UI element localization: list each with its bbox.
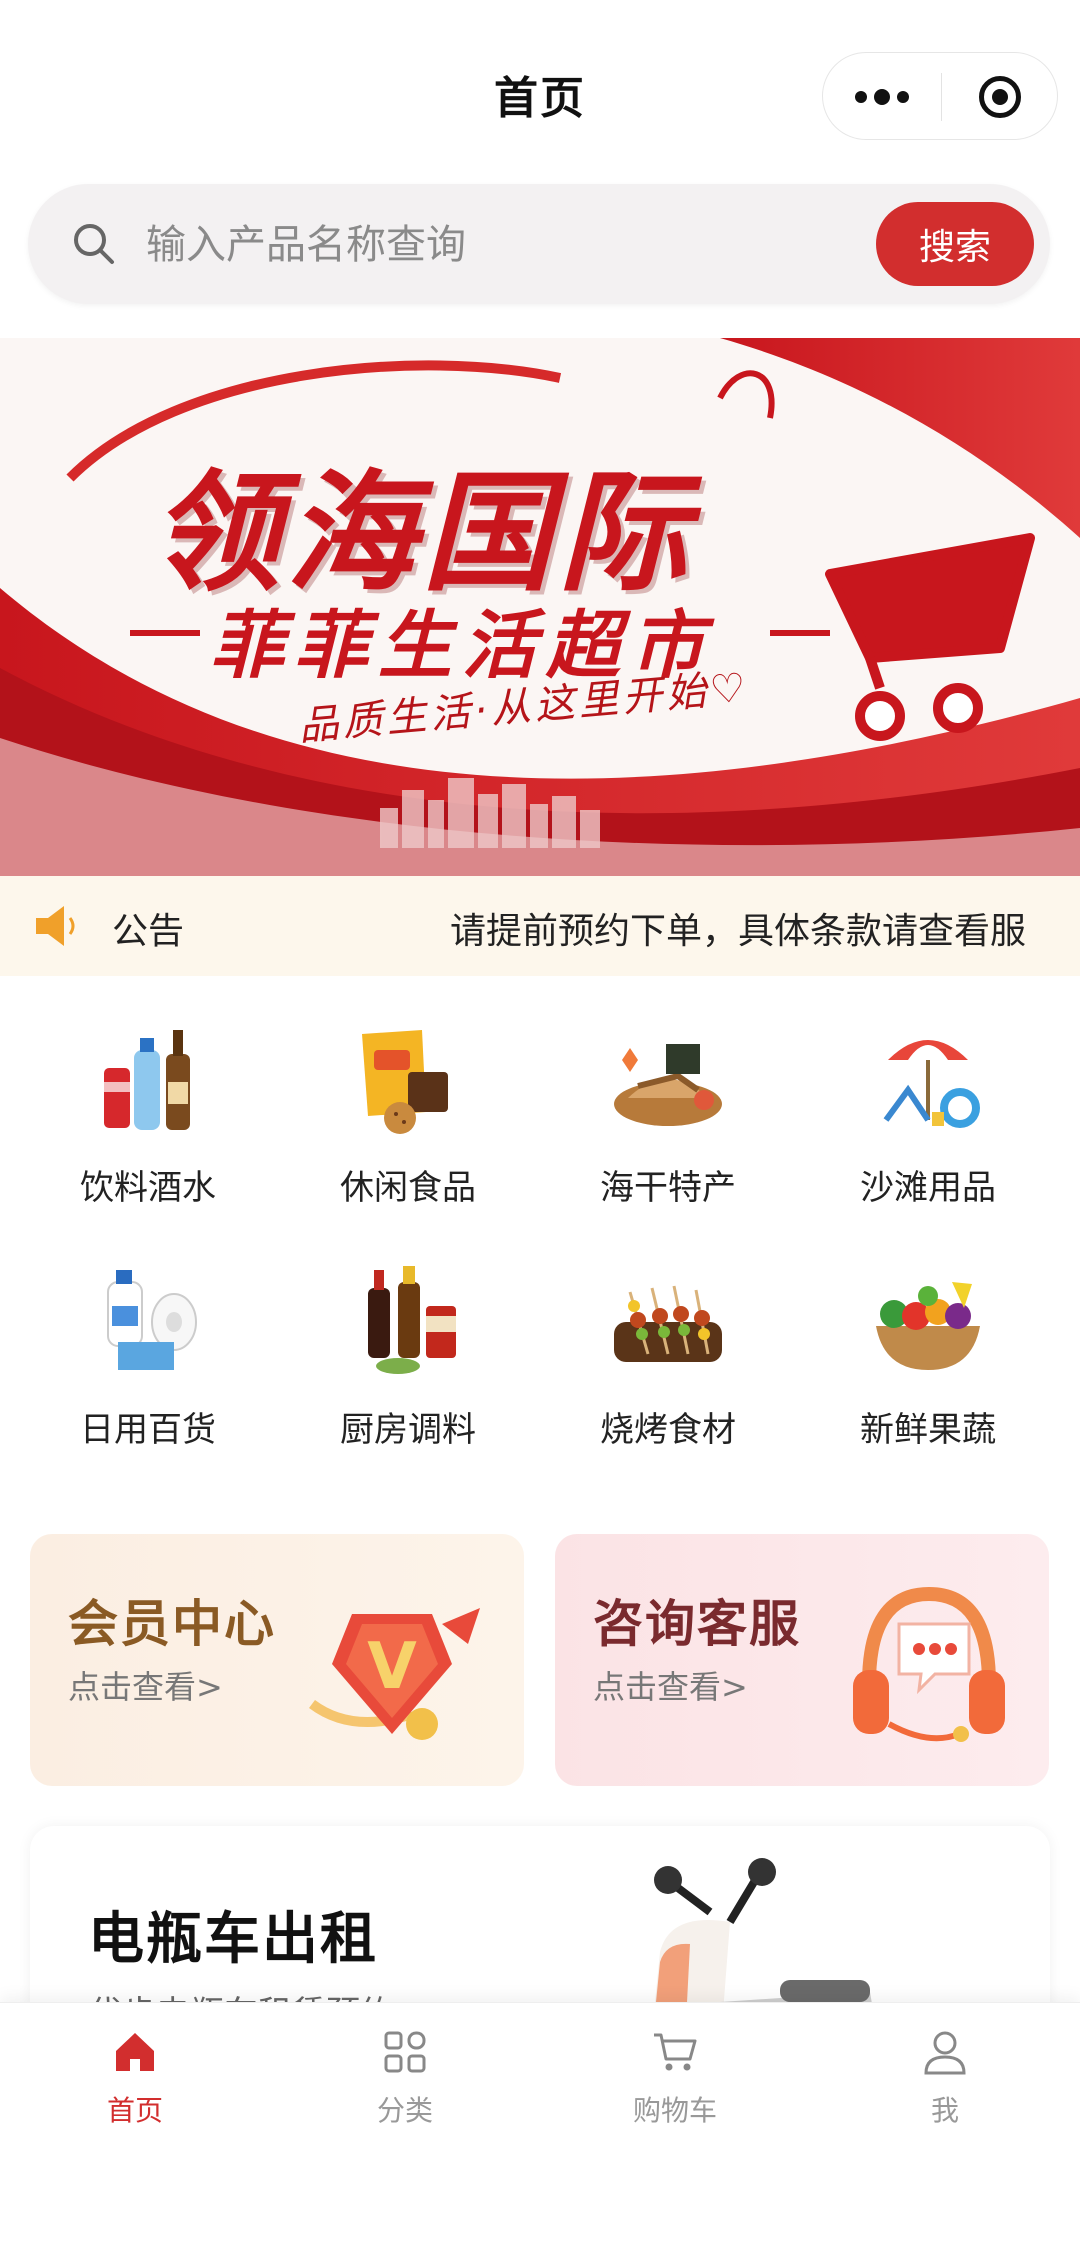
tab-label: 分类	[376, 2094, 433, 2127]
tab-label: 我	[930, 2094, 959, 2127]
customer-service-link: 点击查看>	[593, 1668, 748, 1706]
mini-program-capsule	[822, 52, 1058, 140]
search-input[interactable]	[144, 204, 868, 286]
user-icon	[924, 2031, 966, 2075]
category-label: 新鲜果蔬	[860, 1410, 996, 1450]
svg-text:V: V	[367, 1630, 417, 1704]
tab-profile[interactable]: 我	[810, 2003, 1080, 2143]
condiments-icon	[368, 1266, 456, 1374]
category-label: 饮料酒水	[80, 1168, 216, 1208]
category-snacks[interactable]: 休闲食品	[278, 1020, 538, 1240]
search-button[interactable]: 搜索	[876, 202, 1034, 286]
banner-dash-left	[130, 630, 200, 636]
tab-category[interactable]: 分类	[270, 2003, 540, 2143]
category-label: 厨房调料	[340, 1410, 476, 1450]
member-center-link: 点击查看>	[68, 1668, 223, 1706]
daily-goods-icon	[107, 1270, 197, 1370]
target-circle-icon	[979, 76, 1021, 118]
tab-label: 购物车	[632, 2094, 717, 2127]
home-icon	[116, 2033, 154, 2071]
category-beach[interactable]: 沙滩用品	[798, 1020, 1058, 1240]
search-bar: 搜索	[28, 184, 1050, 304]
drinks-icon	[104, 1030, 190, 1130]
bottom-tab-bar: 首页 分类 购物车 我	[0, 2002, 1080, 2243]
promo-banner[interactable]: 领海国际 菲菲生活超市 品质生活·从这里开始♡	[0, 338, 1080, 876]
close-button[interactable]	[942, 53, 1058, 141]
category-fresh-produce[interactable]: 新鲜果蔬	[798, 1262, 1058, 1482]
tab-label: 首页	[106, 2094, 163, 2127]
customer-service-title: 咨询客服	[593, 1595, 801, 1653]
member-center-title: 会员中心	[68, 1595, 276, 1653]
category-label: 烧烤食材	[600, 1410, 736, 1450]
notice-text: 请提前预约下单，具体条款请查看服	[450, 911, 1027, 952]
notice-bar[interactable]: 公告 请提前预约下单，具体条款请查看服	[0, 876, 1080, 976]
scooter-rental-title: 电瓶车出租	[88, 1907, 378, 1972]
tab-home[interactable]: 首页	[0, 2003, 270, 2143]
tab-cart[interactable]: 购物车	[540, 2003, 810, 2143]
member-center-card[interactable]: 会员中心 点击查看> V	[30, 1534, 524, 1786]
category-label: 日用百货	[80, 1410, 216, 1450]
category-label: 休闲食品	[340, 1168, 476, 1208]
navigation-bar: 首页	[0, 0, 1080, 180]
category-condiments[interactable]: 厨房调料	[278, 1262, 538, 1482]
customer-service-card[interactable]: 咨询客服 点击查看>	[555, 1534, 1049, 1786]
category-drinks[interactable]: 饮料酒水	[18, 1020, 278, 1240]
dried-seafood-icon	[614, 1044, 722, 1126]
category-label: 沙滩用品	[860, 1168, 996, 1208]
headset-icon	[853, 1586, 1005, 1742]
category-dried-seafood[interactable]: 海干特产	[538, 1020, 798, 1240]
category-bbq[interactable]: 烧烤食材	[538, 1262, 798, 1482]
more-button[interactable]	[823, 53, 941, 141]
snacks-icon	[362, 1030, 448, 1134]
speaker-icon	[36, 906, 75, 946]
category-label: 海干特产	[600, 1168, 736, 1208]
banner-dash-right	[770, 630, 830, 636]
vip-badge-icon: V	[309, 1608, 480, 1740]
bbq-skewers-icon	[614, 1285, 722, 1362]
category-grid-icon	[384, 2031, 426, 2073]
cart-icon	[654, 2033, 697, 2071]
more-dots-icon	[855, 89, 909, 105]
fruit-basket-icon	[876, 1282, 980, 1370]
beach-gear-icon	[883, 1040, 980, 1128]
notice-label: 公告	[112, 911, 185, 952]
category-daily-goods[interactable]: 日用百货	[18, 1262, 278, 1482]
search-icon	[74, 224, 114, 264]
